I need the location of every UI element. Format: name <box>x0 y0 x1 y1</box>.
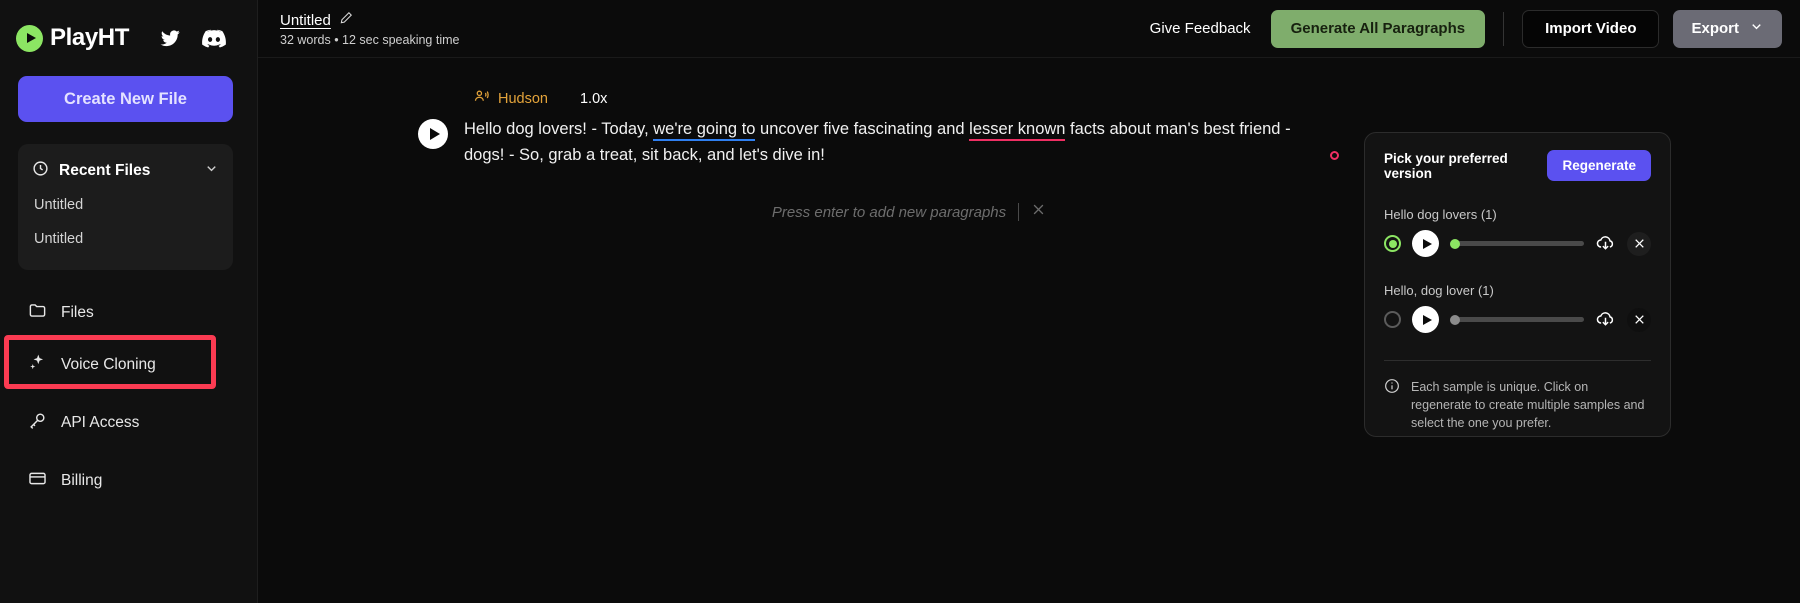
document-subtitle: 32 words • 12 sec speaking time <box>280 32 460 47</box>
chevron-down-icon <box>1749 19 1764 38</box>
download-cloud-icon[interactable] <box>1595 309 1616 330</box>
create-new-file-button[interactable]: Create New File <box>18 76 233 122</box>
sample-progress-knob-0[interactable] <box>1450 238 1460 249</box>
record-dot-icon[interactable] <box>1330 151 1339 160</box>
version-panel-title: Pick your preferred version <box>1384 150 1508 181</box>
sparkles-icon <box>28 353 47 377</box>
paragraph-play-button[interactable] <box>418 119 448 149</box>
add-paragraph-row[interactable]: Press enter to add new paragraphs <box>418 202 1400 222</box>
sample-row-1 <box>1384 306 1651 333</box>
sidebar-item-files[interactable]: Files <box>16 292 233 334</box>
paragraph-segment-1: Hello dog lovers! - Today, <box>464 120 654 138</box>
import-video-button[interactable]: Import Video <box>1522 9 1660 48</box>
sample-radio-0[interactable] <box>1384 235 1401 252</box>
close-icon <box>1634 315 1644 324</box>
download-cloud-icon[interactable] <box>1595 233 1616 254</box>
sample-progress-knob-1[interactable] <box>1450 314 1460 325</box>
sample-radio-1[interactable] <box>1384 311 1401 328</box>
speaker-person-icon <box>473 88 490 110</box>
generate-all-paragraphs-button[interactable]: Generate All Paragraphs <box>1270 9 1486 48</box>
document-title[interactable]: Untitled <box>280 12 331 29</box>
preferred-version-panel: Pick your preferred version Regenerate H… <box>1364 132 1671 437</box>
recent-file-item-0[interactable]: Untitled <box>18 188 233 222</box>
document-title-row: Untitled <box>280 11 459 30</box>
recent-files-title: Recent Files <box>59 162 151 179</box>
export-button[interactable]: Export <box>1673 9 1782 48</box>
paragraph-segment-3: uncover five fascinating and <box>755 120 970 138</box>
playht-logo-icon <box>16 24 43 52</box>
chevron-down-icon[interactable] <box>204 161 219 181</box>
play-icon <box>1422 238 1432 249</box>
sample-label-0: Hello dog lovers (1) <box>1384 207 1497 222</box>
version-panel-divider <box>1384 360 1651 361</box>
sample-row-0 <box>1384 230 1651 257</box>
paragraph-block: Hudson 1.0x Hello dog lovers! - Today, w… <box>418 88 1339 168</box>
sample-play-button-0[interactable] <box>1412 230 1439 257</box>
sample-progress-slider-0[interactable] <box>1450 238 1584 249</box>
sidebar-item-billing[interactable]: Billing <box>16 460 233 502</box>
sidebar-item-label-billing: Billing <box>61 472 103 489</box>
close-icon <box>1634 239 1644 248</box>
pencil-edit-icon[interactable] <box>339 11 353 30</box>
play-icon <box>1422 314 1432 325</box>
main-area: Untitled 32 words • 12 sec speaking time… <box>258 0 1800 603</box>
discord-icon[interactable] <box>202 29 226 48</box>
sample-remove-button-0[interactable] <box>1627 231 1651 256</box>
folder-icon <box>28 301 47 325</box>
social-icons <box>159 28 226 48</box>
paragraph-segment-red-underline: lesser known <box>969 120 1066 141</box>
version-panel-header: Pick your preferred version Regenerate <box>1384 150 1651 181</box>
brand-name: PlayHT <box>50 24 129 51</box>
twitter-icon[interactable] <box>159 28 182 48</box>
sidebar-item-label-voice-cloning: Voice Cloning <box>61 356 156 373</box>
paragraph-segment-blue-underline: we're going to <box>653 120 756 141</box>
sample-play-button-1[interactable] <box>1412 306 1439 333</box>
sidebar-item-api-access[interactable]: API Access <box>16 402 233 444</box>
credit-card-icon <box>28 469 47 493</box>
key-icon <box>28 411 47 435</box>
voice-name: Hudson <box>498 91 548 107</box>
clock-icon <box>32 160 49 182</box>
sample-progress-slider-1[interactable] <box>1450 314 1584 325</box>
paragraph-row: Hello dog lovers! - Today, we're going t… <box>418 117 1339 168</box>
recent-files-header[interactable]: Recent Files <box>18 154 233 188</box>
voice-row[interactable]: Hudson 1.0x <box>473 88 1323 110</box>
play-icon <box>429 128 440 140</box>
playback-speed[interactable]: 1.0x <box>580 91 607 107</box>
close-icon[interactable] <box>1031 202 1046 222</box>
sidebar-item-label-api-access: API Access <box>61 414 140 431</box>
brand-row: PlayHT <box>0 0 257 52</box>
topbar: Untitled 32 words • 12 sec speaking time… <box>258 0 1800 58</box>
add-paragraph-hint: Press enter to add new paragraphs <box>771 203 1007 221</box>
version-panel-info: Each sample is unique. Click on regenera… <box>1384 378 1651 432</box>
add-paragraph-divider <box>1018 203 1020 222</box>
recent-files-card: Recent Files Untitled Untitled <box>18 144 233 270</box>
version-panel-info-text: Each sample is unique. Click on regenera… <box>1411 380 1645 431</box>
body-area: Hudson 1.0x Hello dog lovers! - Today, w… <box>258 58 1800 603</box>
document-meta: Untitled 32 words • 12 sec speaking time <box>280 11 459 47</box>
regenerate-button[interactable]: Regenerate <box>1547 150 1651 181</box>
info-icon <box>1384 378 1400 432</box>
topbar-divider <box>1503 11 1505 46</box>
export-button-label: Export <box>1691 20 1739 37</box>
sample-label-1: Hello, dog lover (1) <box>1384 283 1494 298</box>
sidebar-item-label-files: Files <box>61 304 94 321</box>
give-feedback-link[interactable]: Give Feedback <box>1150 20 1251 37</box>
sidebar-item-voice-cloning[interactable]: Voice Cloning <box>4 335 233 389</box>
recent-file-item-1[interactable]: Untitled <box>18 222 233 256</box>
paragraph-text[interactable]: Hello dog lovers! - Today, we're going t… <box>464 117 1323 168</box>
app-root: PlayHT Create New File Recent Files Unti… <box>0 0 1800 603</box>
sidebar: PlayHT Create New File Recent Files Unti… <box>0 0 258 603</box>
sample-remove-button-1[interactable] <box>1627 307 1651 332</box>
